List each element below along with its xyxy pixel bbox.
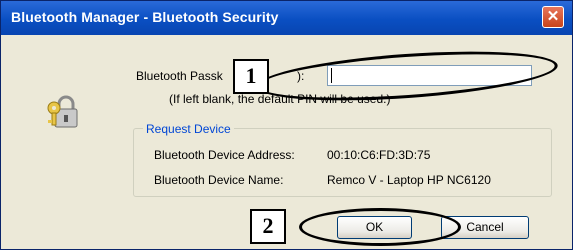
annotation-marker-1: 1	[233, 59, 269, 94]
key-lock-icon	[47, 95, 78, 128]
window-title: Bluetooth Manager - Bluetooth Security	[11, 9, 279, 25]
request-device-legend: Request Device	[143, 122, 234, 136]
device-name-value: Remco V - Laptop HP NC6120	[327, 173, 491, 187]
annotation-ellipse-2	[299, 208, 461, 246]
passkey-label: Bluetooth Passk	[136, 69, 223, 83]
device-address-value: 00:10:C6:FD:3D:75	[327, 148, 431, 162]
device-address-label: Bluetooth Device Address:	[154, 148, 295, 162]
annotation-marker-2: 2	[250, 209, 286, 244]
dialog-window: Bluetooth Manager - Bluetooth Security ✕…	[0, 0, 573, 250]
device-name-label: Bluetooth Device Name:	[154, 173, 284, 187]
close-icon: ✕	[546, 8, 560, 25]
title-bar[interactable]: Bluetooth Manager - Bluetooth Security ✕	[1, 1, 572, 35]
close-button[interactable]: ✕	[542, 6, 564, 28]
